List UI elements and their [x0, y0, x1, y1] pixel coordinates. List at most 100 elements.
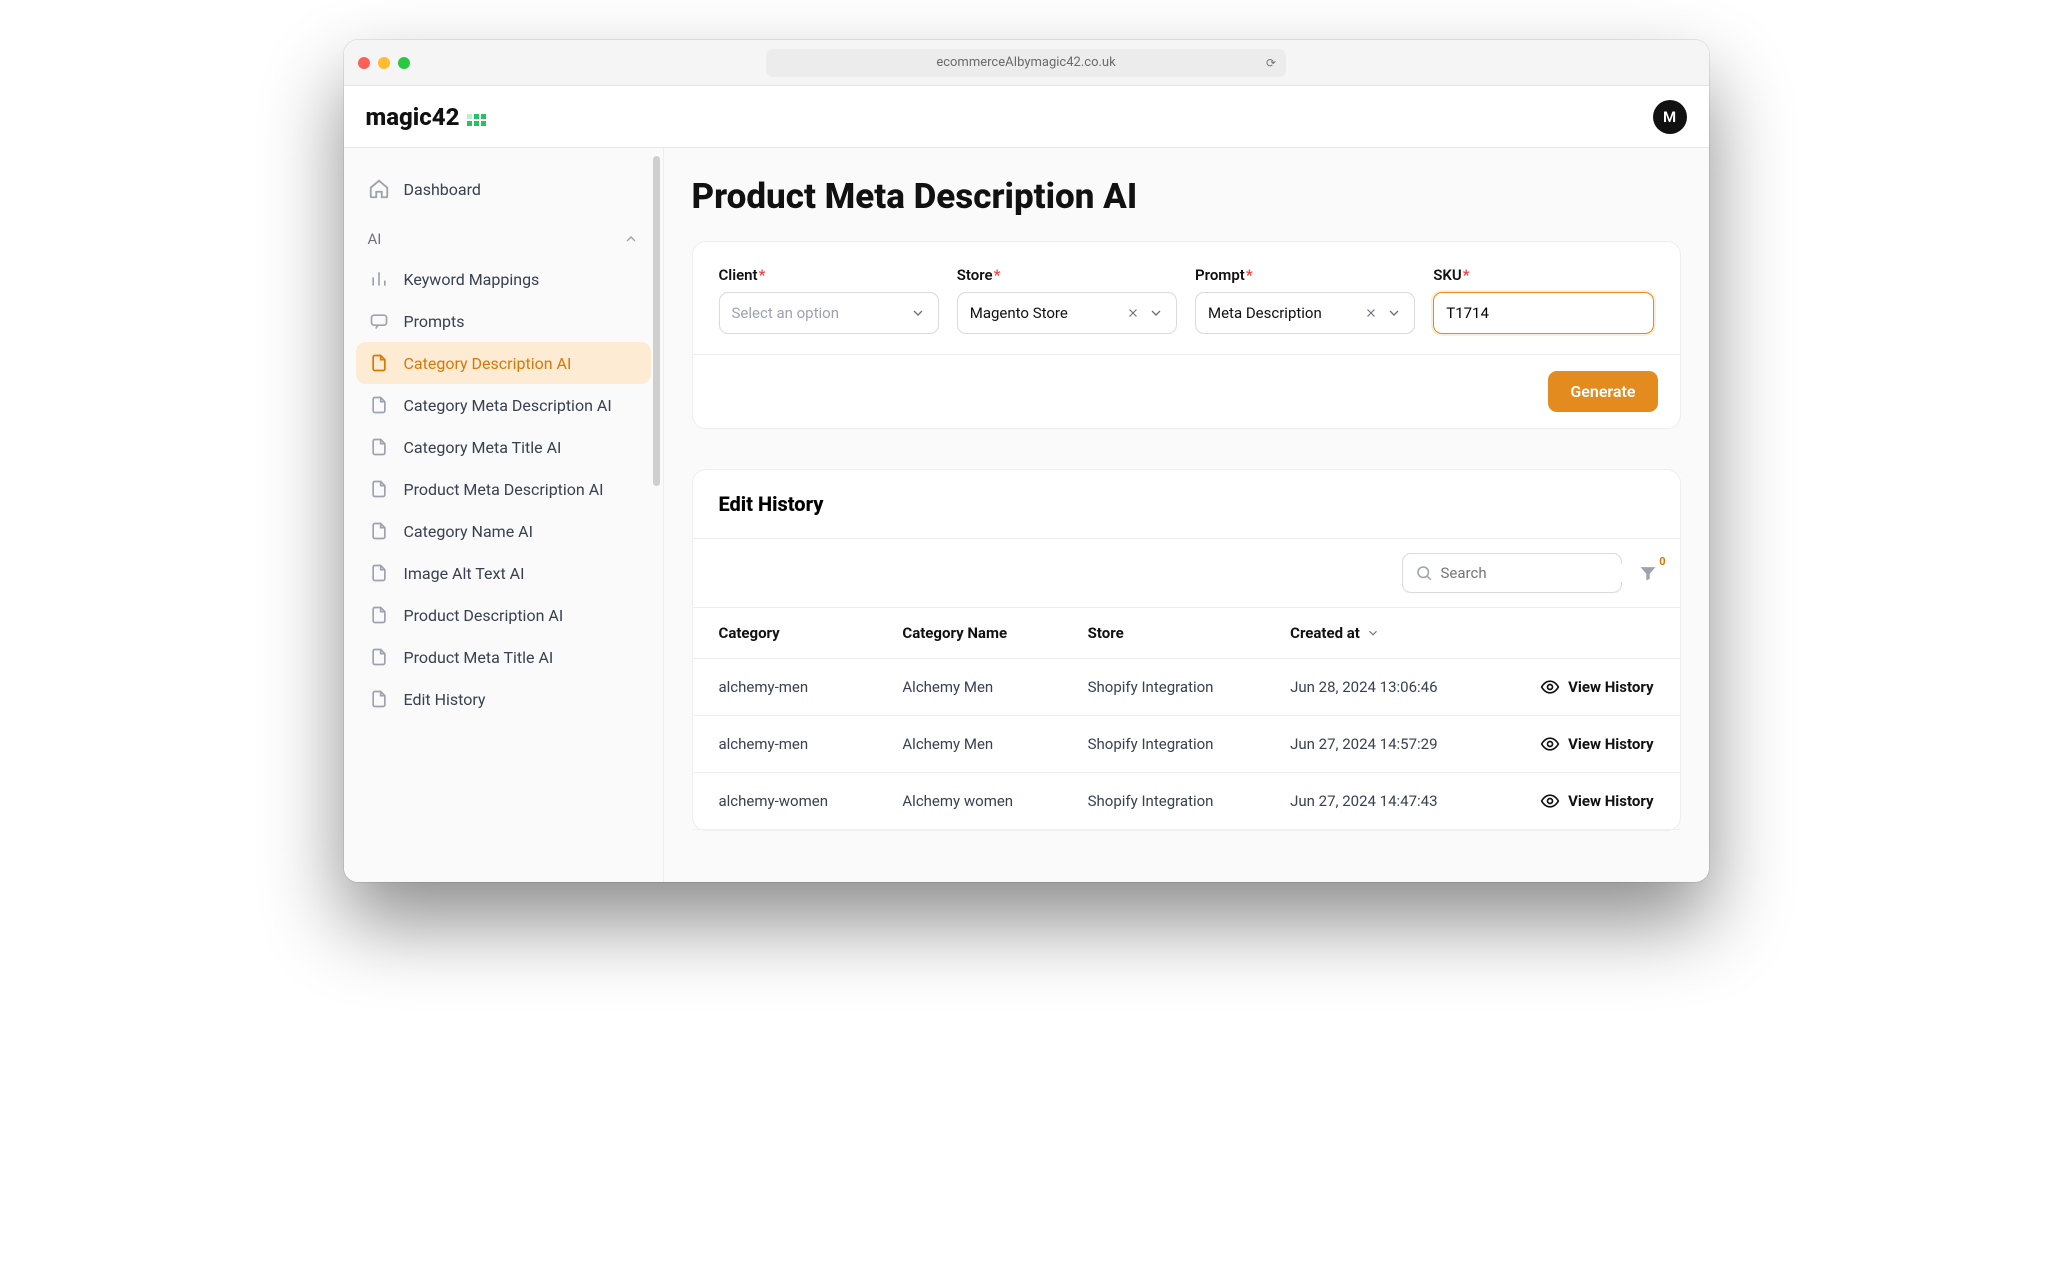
column-header[interactable]: Category [693, 608, 877, 659]
column-header[interactable]: Created at [1264, 608, 1491, 659]
reload-icon[interactable]: ⟳ [1266, 56, 1276, 70]
sidebar-section-ai[interactable]: AI [356, 210, 651, 258]
cell-category-name: Alchemy women [876, 773, 1061, 830]
required-mark: * [759, 266, 766, 284]
table-row: alchemy-menAlchemy MenShopify Integratio… [693, 659, 1680, 716]
view-history-button[interactable]: View History [1517, 734, 1653, 754]
generate-button[interactable]: Generate [1548, 371, 1657, 412]
field-client: Client* Select an option [719, 266, 939, 334]
view-history-button[interactable]: View History [1517, 677, 1653, 697]
column-header[interactable] [1491, 608, 1679, 659]
field-store: Store* Magento Store [957, 266, 1177, 334]
required-mark: * [994, 266, 1001, 284]
sidebar-item-prompts[interactable]: Prompts [356, 300, 651, 342]
avatar[interactable]: M [1653, 100, 1687, 134]
doc-icon [368, 520, 390, 542]
sidebar-item-label: Category Meta Description AI [404, 396, 612, 415]
prompt-select[interactable]: Meta Description [1195, 292, 1415, 334]
doc-icon [368, 604, 390, 626]
sidebar-item-category-name-ai[interactable]: Category Name AI [356, 510, 651, 552]
sidebar-item-category-meta-description-ai[interactable]: Category Meta Description AI [356, 384, 651, 426]
view-history-button[interactable]: View History [1517, 791, 1653, 811]
cell-category-name: Alchemy Men [876, 716, 1061, 773]
logo-dots-icon [467, 114, 486, 126]
sidebar-item-product-meta-title-ai[interactable]: Product Meta Title AI [356, 636, 651, 678]
url-text: ecommerceAIbymagic42.co.uk [936, 55, 1115, 70]
clear-icon[interactable] [1364, 306, 1378, 320]
store-select[interactable]: Magento Store [957, 292, 1177, 334]
sidebar-item-keyword-mappings[interactable]: Keyword Mappings [356, 258, 651, 300]
table-row: alchemy-menAlchemy MenShopify Integratio… [693, 716, 1680, 773]
cell-created: Jun 27, 2024 14:57:29 [1264, 716, 1491, 773]
sidebar: Dashboard AI Keyword Mappings Prompts Cate… [344, 148, 664, 882]
column-header[interactable]: Category Name [876, 608, 1061, 659]
sku-input[interactable] [1446, 304, 1640, 322]
doc-icon [368, 688, 390, 710]
clear-icon[interactable] [1126, 306, 1140, 320]
sidebar-item-label: Product Meta Description AI [404, 480, 604, 499]
address-bar[interactable]: ecommerceAIbymagic42.co.uk ⟳ [766, 49, 1286, 77]
sidebar-item-label: Dashboard [404, 180, 481, 199]
eye-icon [1540, 677, 1560, 697]
traffic-lights[interactable] [358, 57, 410, 69]
sidebar-item-edit-history[interactable]: Edit History [356, 678, 651, 720]
search-input[interactable] [1441, 564, 1640, 582]
sidebar-item-product-description-ai[interactable]: Product Description AI [356, 594, 651, 636]
doc-icon [368, 646, 390, 668]
store-label: Store [957, 266, 993, 284]
filter-button[interactable]: 0 [1638, 563, 1658, 583]
sidebar-item-label: Category Description AI [404, 354, 572, 373]
sidebar-item-label: Category Meta Title AI [404, 438, 562, 457]
search-icon [1415, 564, 1433, 582]
sidebar-item-label: Prompts [404, 312, 465, 331]
chevron-down-icon [910, 305, 926, 321]
client-placeholder: Select an option [732, 304, 902, 322]
cell-store: Shopify Integration [1062, 716, 1264, 773]
maximize-window-icon[interactable] [398, 57, 410, 69]
sku-label: SKU [1433, 266, 1462, 284]
sidebar-item-label: Product Meta Title AI [404, 648, 554, 667]
page-title: Product Meta Description AI [692, 176, 1681, 217]
doc-icon [368, 352, 390, 374]
sidebar-item-label: Keyword Mappings [404, 270, 540, 289]
sidebar-item-image-alt-text-ai[interactable]: Image Alt Text AI [356, 552, 651, 594]
sidebar-item-category-description-ai[interactable]: Category Description AI [356, 342, 651, 384]
sort-desc-icon [1366, 626, 1380, 640]
cell-category: alchemy-women [693, 773, 877, 830]
browser-window: ecommerceAIbymagic42.co.uk ⟳ magic42 M D… [344, 40, 1709, 882]
doc-icon [368, 394, 390, 416]
doc-icon [368, 436, 390, 458]
sidebar-item-label: Edit History [404, 690, 486, 709]
scrollbar-thumb[interactable] [653, 156, 660, 486]
cell-store: Shopify Integration [1062, 773, 1264, 830]
client-select[interactable]: Select an option [719, 292, 939, 334]
sku-input-wrapper[interactable] [1433, 292, 1653, 334]
field-prompt: Prompt* Meta Description [1195, 266, 1415, 334]
eye-icon [1540, 734, 1560, 754]
close-window-icon[interactable] [358, 57, 370, 69]
history-title: Edit History [693, 470, 1680, 539]
sidebar-item-dashboard[interactable]: Dashboard [356, 168, 651, 210]
cell-store: Shopify Integration [1062, 659, 1264, 716]
sidebar-item-product-meta-description-ai[interactable]: Product Meta Description AI [356, 468, 651, 510]
eye-icon [1540, 791, 1560, 811]
cell-created: Jun 27, 2024 14:47:43 [1264, 773, 1491, 830]
form-card: Client* Select an option Store* Magento … [692, 241, 1681, 429]
sidebar-item-category-meta-title-ai[interactable]: Category Meta Title AI [356, 426, 651, 468]
sidebar-item-label: Product Description AI [404, 606, 564, 625]
logo[interactable]: magic42 [366, 103, 487, 131]
search-input-wrapper[interactable] [1402, 553, 1622, 593]
column-header[interactable]: Store [1062, 608, 1264, 659]
filter-count: 0 [1659, 555, 1665, 568]
cell-category: alchemy-men [693, 659, 877, 716]
required-mark: * [1463, 266, 1470, 284]
main-content: Product Meta Description AI Client* Sele… [664, 148, 1709, 882]
field-sku: SKU* [1433, 266, 1653, 334]
bars-icon [368, 268, 390, 290]
chat-icon [368, 310, 390, 332]
logo-text: magic42 [366, 103, 460, 131]
client-label: Client [719, 266, 758, 284]
minimize-window-icon[interactable] [378, 57, 390, 69]
chevron-up-icon [623, 231, 639, 247]
sidebar-section-label: AI [368, 230, 382, 248]
